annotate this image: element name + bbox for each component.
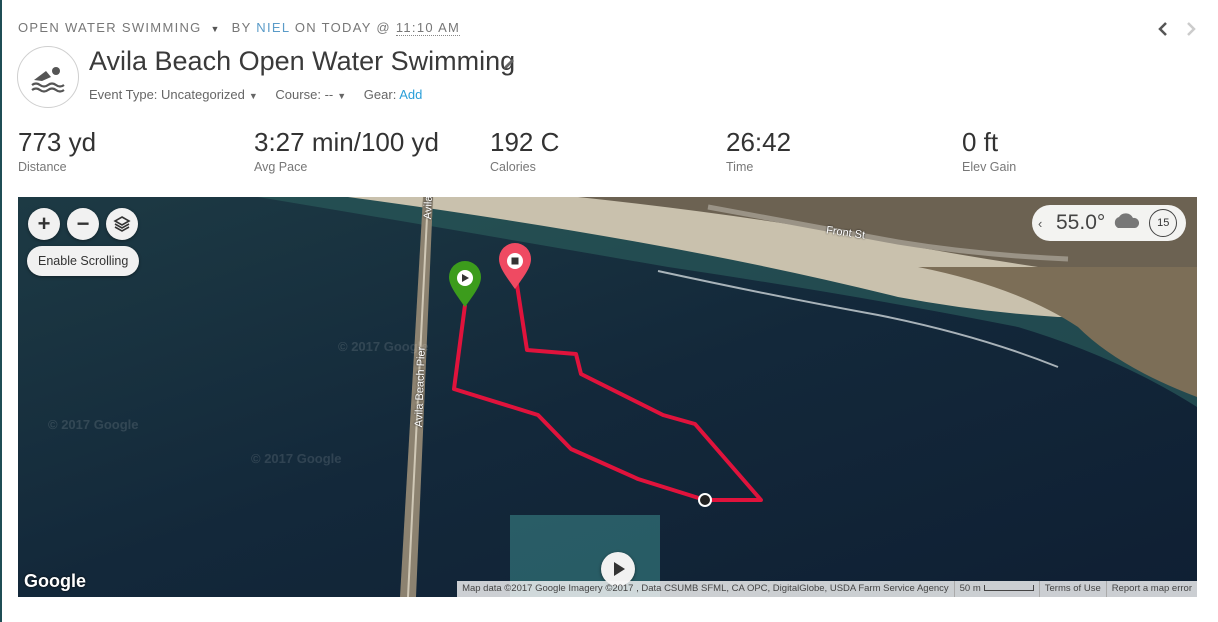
cloud-icon [1111, 212, 1141, 235]
gear-label: Gear: [363, 87, 397, 102]
weather-prev-icon[interactable]: ‹ [1038, 216, 1050, 231]
enable-scrolling-button[interactable]: Enable Scrolling [27, 246, 140, 276]
chevron-down-icon: ▼ [248, 91, 258, 101]
end-stop-glyph [511, 257, 519, 265]
edit-pencil-icon[interactable] [502, 57, 516, 71]
wind-indicator: 15 [1149, 209, 1178, 237]
gear-field: Gear: Add [364, 87, 423, 102]
activity-type-dropdown-icon[interactable]: ▼ [211, 24, 221, 34]
stat-value: 3:27 min/100 yd [254, 127, 440, 157]
stat-time: 26:42 Time [726, 127, 791, 174]
course-selector[interactable]: Course: -- ▼ [275, 87, 346, 102]
stat-label: Elev Gain [962, 160, 1017, 174]
activity-details-row: Event Type: Uncategorized ▼ Course: -- ▼ G… [89, 87, 436, 102]
stat-label: Time [726, 160, 754, 174]
map-scale: 50 m [953, 581, 1039, 597]
map-attribution-bar: Map data ©2017 Google Imagery ©2017 , Da… [457, 581, 1197, 597]
weather-widget: ‹ 55.0° 15 [1032, 205, 1186, 241]
stat-elev-gain: 0 ft Elev Gain [962, 127, 1016, 174]
event-type-label: Event Type: [89, 87, 158, 102]
stat-avg-pace: 3:27 min/100 yd Avg Pace [254, 127, 439, 174]
previous-activity-icon[interactable] [1158, 22, 1168, 40]
stat-distance: 773 yd Distance [18, 127, 96, 174]
zoom-out-button[interactable]: − [67, 208, 99, 240]
stat-value: 0 ft [962, 127, 999, 157]
on-label: ON TODAY @ [294, 20, 391, 35]
weather-temperature: 55.0° [1056, 211, 1106, 234]
scale-bar [983, 585, 1034, 592]
activity-time: 11:10 AM [395, 20, 461, 36]
map-watermark: © 2017 Google [48, 417, 139, 432]
activity-title: Avila Beach Open Water Swimming [89, 46, 516, 76]
satellite-imagery [18, 197, 1197, 597]
activity-type-label: OPEN WATER SWIMMING [18, 20, 202, 35]
stat-label: Distance [18, 160, 67, 174]
scale-label: 50 m [959, 583, 981, 594]
next-activity-icon[interactable] [1186, 22, 1196, 40]
course-value: -- [324, 87, 334, 102]
swimmer-icon [17, 46, 79, 108]
stat-value: 26:42 [726, 127, 792, 157]
by-label: BY [231, 20, 252, 35]
user-link[interactable]: NIEL [256, 20, 290, 35]
course-label: Course: [275, 87, 321, 102]
terms-of-use-link[interactable]: Terms of Use [1038, 581, 1106, 597]
wind-speed: 15 [1157, 217, 1170, 229]
activity-meta: OPEN WATER SWIMMING ▼ BY NIEL ON TODAY @… [18, 20, 461, 36]
layers-button[interactable] [106, 208, 138, 240]
report-map-error-link[interactable]: Report a map error [1105, 581, 1197, 597]
event-type-selector[interactable]: Event Type: Uncategorized ▼ [89, 87, 258, 102]
stat-label: Avg Pace [254, 160, 308, 174]
map-watermark: © 2017 Google [251, 451, 342, 466]
route-map[interactable]: © 2017 Google © 2017 Google © 2017 Googl… [18, 197, 1197, 597]
add-gear-link[interactable]: Add [399, 87, 422, 102]
zoom-in-button[interactable]: + [28, 208, 60, 240]
map-data-credit: Map data ©2017 Google Imagery ©2017 , Da… [462, 583, 949, 594]
street-label-avila: Avila [422, 197, 435, 220]
chevron-down-icon: ▼ [337, 91, 347, 101]
google-logo: Google [24, 571, 86, 591]
event-type-value: Uncategorized [161, 87, 245, 102]
stat-label: Calories [490, 160, 536, 174]
stat-value: 192 C [490, 127, 560, 157]
left-border [0, 0, 2, 622]
position-marker[interactable] [698, 493, 712, 507]
stat-calories: 192 C Calories [490, 127, 559, 174]
stat-value: 773 yd [18, 127, 97, 157]
layers-icon [113, 216, 131, 232]
